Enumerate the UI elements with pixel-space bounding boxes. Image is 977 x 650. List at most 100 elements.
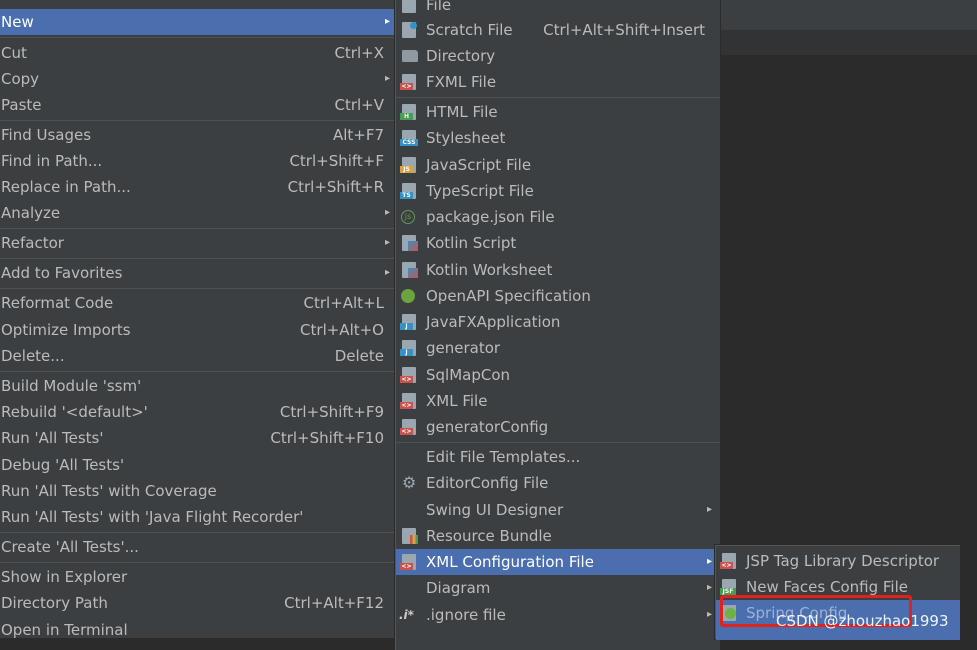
menu-item-shortcut: Ctrl+V — [334, 96, 384, 114]
new-item-resource-bundle[interactable]: Resource Bundle — [396, 523, 720, 549]
new-item-javafx-application[interactable]: J JavaFXApplication — [396, 309, 720, 335]
new-item-openapi[interactable]: OpenAPI Specification — [396, 283, 720, 309]
menu-item-shortcut: Ctrl+Alt+L — [303, 294, 385, 312]
xml-item-jsp-tld[interactable]: <> JSP Tag Library Descriptor — [716, 548, 960, 574]
new-item-kotlin-script[interactable]: Kotlin Script — [396, 230, 720, 256]
menu-item-label: Open in Terminal — [1, 621, 128, 639]
new-item-html-file[interactable]: H HTML File — [396, 99, 720, 125]
new-item-ignore-file[interactable]: .i* .ignore file ▸ — [396, 602, 720, 628]
menu-item-label: Build Module 'ssm' — [1, 377, 142, 395]
menu-item-replace-in-path[interactable]: Replace in Path... Ctrl+Shift+R — [0, 174, 395, 200]
menu-item-label: Find Usages — [1, 126, 92, 144]
menu-item-label: Find in Path... — [1, 152, 103, 170]
menu-item-label: Run 'All Tests' with Coverage — [1, 482, 217, 500]
xml-config-icon: <> — [400, 554, 416, 570]
menu-item-label: JavaFXApplication — [426, 313, 561, 331]
new-item-sqlmapcon[interactable]: <> SqlMapCon — [396, 362, 720, 388]
watermark: CSDN @zhouzhao1993 — [776, 612, 949, 630]
menu-item-label: Run 'All Tests' with 'Java Flight Record… — [1, 508, 304, 526]
submenu-arrow-icon: ▸ — [384, 73, 390, 84]
js-file-icon: JS — [400, 157, 416, 173]
menu-item-open-in-terminal[interactable]: Open in Terminal — [0, 617, 395, 643]
new-item-xml-file[interactable]: <> XML File — [396, 388, 720, 414]
new-item-kotlin-worksheet[interactable]: Kotlin Worksheet — [396, 257, 720, 283]
menu-item-run-all-tests[interactable]: Run 'All Tests' Ctrl+Shift+F10 — [0, 425, 395, 451]
xml-file-icon: <> — [400, 393, 416, 409]
javafx-icon: J — [400, 314, 416, 330]
menu-item-shortcut: Ctrl+Shift+F10 — [270, 429, 384, 447]
new-submenu: File Scratch File Ctrl+Alt+Shift+Insert D… — [395, 0, 720, 650]
menu-item-label: XML File — [426, 392, 488, 410]
menu-item-label: package.json File — [426, 208, 555, 226]
new-item-fxml-file[interactable]: <> FXML File — [396, 69, 720, 95]
menu-item-find-usages[interactable]: Find Usages Alt+F7 — [0, 122, 395, 148]
menu-item-cut[interactable]: Cut Ctrl+X — [0, 40, 395, 66]
submenu-arrow-icon: ▸ — [706, 504, 712, 515]
menu-item-label: Directory Path — [1, 594, 108, 612]
menu-item-rebuild[interactable]: Rebuild '<default>' Ctrl+Shift+F9 — [0, 399, 395, 425]
menu-item-directory-path[interactable]: Directory Path Ctrl+Alt+F12 — [0, 590, 395, 616]
menu-item-run-with-coverage[interactable]: Run 'All Tests' with Coverage — [0, 478, 395, 504]
new-item-generator-config[interactable]: <> generatorConfig — [396, 414, 720, 440]
new-item-javascript-file[interactable]: JS JavaScript File — [396, 152, 720, 178]
separator — [0, 288, 395, 289]
menu-item-label: Reformat Code — [1, 294, 114, 312]
new-item-typescript-file[interactable]: TS TypeScript File — [396, 178, 720, 204]
new-item-diagram[interactable]: Diagram ▸ — [396, 575, 720, 601]
menu-item-label: Show in Explorer — [1, 568, 128, 586]
menu-item-build-module[interactable]: Build Module 'ssm' — [0, 373, 395, 399]
new-item-generator[interactable]: Jgenerator — [396, 335, 720, 361]
submenu-arrow-icon: ▸ — [706, 609, 712, 620]
menu-item-delete[interactable]: Delete... Delete — [0, 343, 395, 369]
menu-item-show-in-explorer[interactable]: Show in Explorer — [0, 564, 395, 590]
menu-item-reformat-code[interactable]: Reformat Code Ctrl+Alt+L — [0, 290, 395, 316]
menu-item-label: Kotlin Script — [426, 234, 517, 252]
submenu-arrow-icon: ▸ — [706, 582, 712, 593]
project-context-menu: New ▸ Cut Ctrl+X Copy ▸ Paste Ctrl+V Find Us… — [0, 0, 395, 639]
menu-item-label: HTML File — [426, 103, 498, 121]
resource-bundle-icon — [402, 528, 418, 544]
menu-item-new[interactable]: New ▸ — [0, 9, 395, 35]
submenu-arrow-icon: ▸ — [384, 16, 390, 27]
menu-item-label: Stylesheet — [426, 129, 506, 147]
menu-item-label: JavaScript File — [426, 156, 532, 174]
menu-item-optimize-imports[interactable]: Optimize Imports Ctrl+Alt+O — [0, 317, 395, 343]
new-item-stylesheet[interactable]: CSS Stylesheet — [396, 125, 720, 151]
menu-item-label: Resource Bundle — [426, 527, 552, 545]
menu-item-label: Rebuild '<default>' — [1, 403, 148, 421]
new-item-edit-file-templates[interactable]: Edit File Templates... — [396, 444, 720, 470]
menu-item-label: Refactor — [1, 234, 64, 252]
menu-item-debug-all-tests[interactable]: Debug 'All Tests' — [0, 452, 395, 478]
new-item-package-json[interactable]: js package.json File — [396, 204, 720, 230]
new-item-swing-ui-designer[interactable]: Swing UI Designer ▸ — [396, 497, 720, 523]
new-item-editorconfig[interactable]: ⚙ EditorConfig File — [396, 470, 720, 496]
ignore-file-icon: .i* — [399, 608, 414, 622]
menu-item-refactor[interactable]: Refactor ▸ — [0, 230, 395, 256]
separator — [0, 37, 395, 38]
menu-item-label: JSP Tag Library Descriptor — [746, 552, 940, 570]
kotlin-worksheet-icon — [402, 262, 418, 278]
menu-item-paste[interactable]: Paste Ctrl+V — [0, 92, 395, 118]
menu-item-add-to-favorites[interactable]: Add to Favorites ▸ — [0, 260, 395, 286]
new-item-file[interactable]: File — [396, 0, 720, 18]
menu-item-create-all-tests[interactable]: Create 'All Tests'... — [0, 534, 395, 560]
menu-item-label: .ignore file — [426, 606, 506, 624]
submenu-arrow-icon: ▸ — [384, 237, 390, 248]
menu-item-label: FXML File — [426, 73, 497, 91]
menu-item-run-with-jfr[interactable]: Run 'All Tests' with 'Java Flight Record… — [0, 504, 395, 530]
separator — [396, 442, 720, 443]
jsp-tld-icon: <> — [720, 553, 736, 569]
separator — [0, 258, 395, 259]
menu-item-find-in-path[interactable]: Find in Path... Ctrl+Shift+F — [0, 148, 395, 174]
menu-item-label: Scratch File — [426, 21, 513, 39]
menu-item-shortcut: Ctrl+Shift+F — [289, 152, 384, 170]
menu-item-label: New — [1, 13, 34, 31]
gear-icon: ⚙ — [402, 473, 417, 492]
new-item-scratch-file[interactable]: Scratch File Ctrl+Alt+Shift+Insert — [396, 17, 720, 43]
new-item-directory[interactable]: Directory — [396, 43, 720, 69]
separator — [0, 532, 395, 533]
submenu-arrow-icon: ▸ — [706, 556, 712, 567]
new-item-xml-configuration-file[interactable]: <> XML Configuration File ▸ — [396, 549, 720, 575]
menu-item-copy[interactable]: Copy ▸ — [0, 66, 395, 92]
menu-item-analyze[interactable]: Analyze ▸ — [0, 200, 395, 226]
